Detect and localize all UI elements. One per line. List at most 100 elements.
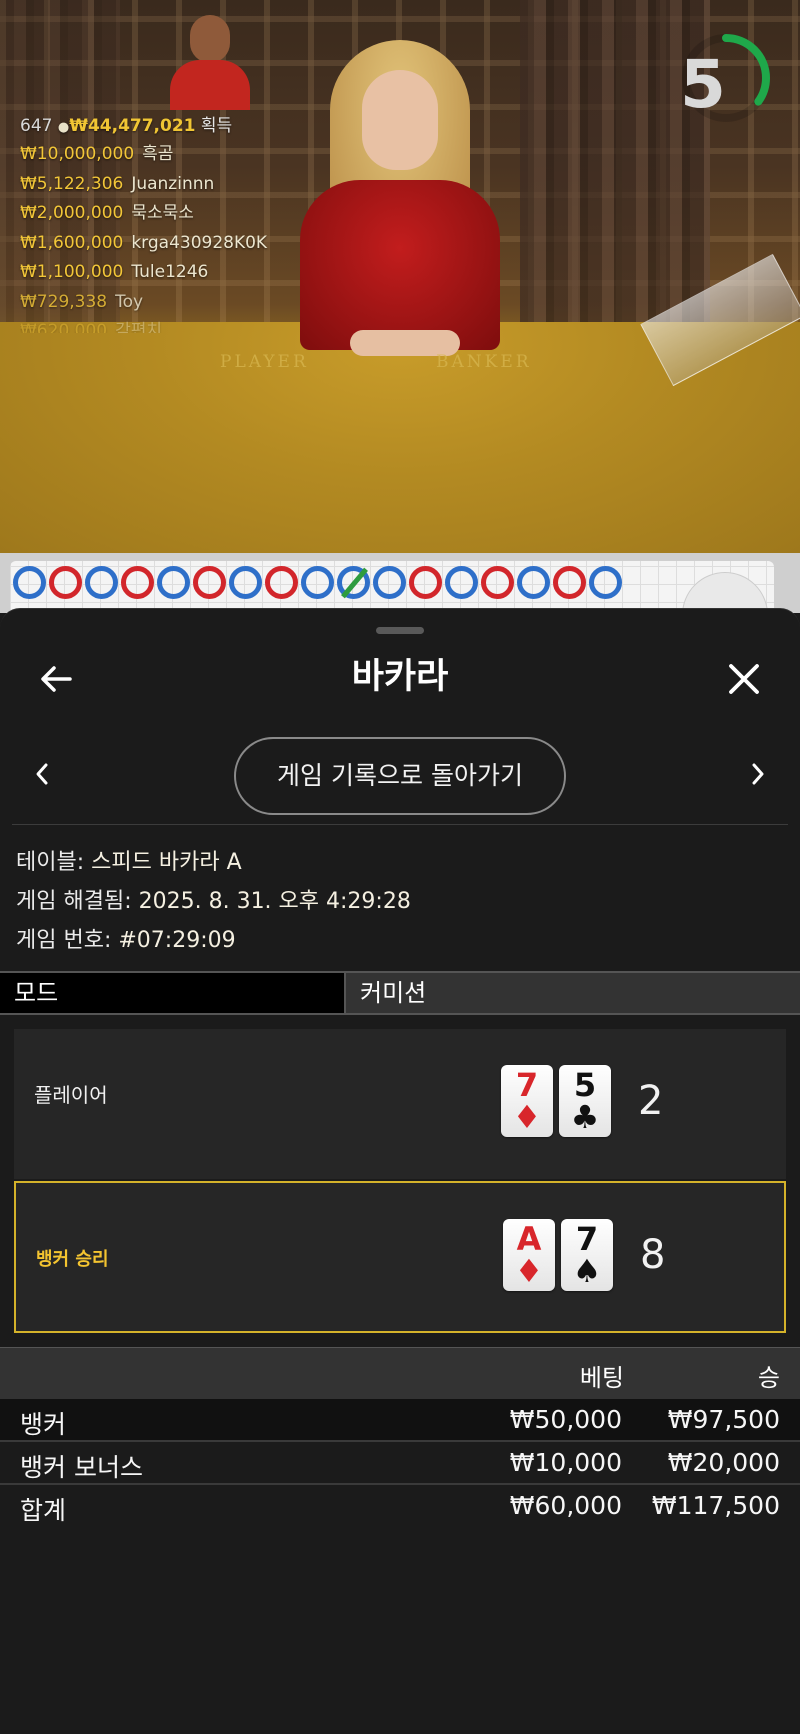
arrow-left-icon[interactable] [36,659,76,699]
banker-result-marker [409,566,442,599]
winner-name: 묵소묵소 [131,203,194,223]
banker-result-marker [193,566,226,599]
player-label: 플레이어 [34,1083,108,1107]
player-result-marker [301,566,334,599]
club-suit-icon: ♣ [570,1098,600,1136]
winner-row: ₩729,338 Toy [20,288,267,318]
table-label-player: PLAYER [220,352,309,372]
player-result-marker [445,566,478,599]
bet-name: 뱅커 [20,1410,67,1439]
banker-win-label: 뱅커 승리 [36,1249,109,1270]
divider [12,824,788,825]
table-info: 테이블: 스피드 바카라 A [16,843,411,882]
winner-name: 흑곰 [142,144,174,164]
winners-list: 647 ●₩44,477,021 획득 ₩10,000,000 흑곰 ₩5,122… [20,112,267,333]
table-row: 합계 ₩60,000 ₩117,500 [0,1485,800,1528]
player-result-marker [589,566,622,599]
player-score: 2 [638,1078,664,1124]
winner-amount: ₩10,000,000 [20,144,135,164]
winner-row: ₩1,600,000 krga430928K0K [20,229,267,259]
winner-row: ₩2,000,000 묵소묵소 [20,199,267,229]
winners-header: 647 ●₩44,477,021 획득 [20,112,267,140]
winnings-suffix: 획득 [200,116,233,136]
chevron-right-icon[interactable] [746,759,770,789]
banker-score: 8 [640,1232,666,1278]
winner-name: Toy [115,291,144,312]
close-icon[interactable] [724,659,764,699]
mode-row: 모드 커미션 [0,971,800,1015]
total-bet: ₩60,000 [509,1491,622,1520]
live-video: PLAYER BANKER 647 ●₩44,477,021 획득 ₩10,00… [0,0,800,553]
table-row: 뱅커 보너스 ₩10,000 ₩20,000 [0,1442,800,1485]
winner-amount: ₩620,000 [20,321,108,333]
total-winnings: ₩44,477,021 [69,116,196,136]
player-result-marker [517,566,550,599]
dealer [270,30,530,360]
bet-amount: ₩10,000 [509,1448,622,1477]
table-info-label: 테이블: [16,850,85,875]
banker-cards: A ♦ 7 ♠ [503,1219,619,1291]
sheet-drag-handle[interactable] [376,627,424,634]
player-result-marker [157,566,190,599]
playing-card: 5 ♣ [559,1065,611,1137]
winner-count: 647 [20,116,53,136]
back-to-history-button[interactable]: 게임 기록으로 돌아가기 [234,737,566,815]
diamond-suit-icon: ♦ [512,1098,542,1136]
diamond-suit-icon: ♦ [514,1252,544,1290]
winner-amount: ₩1,600,000 [20,232,124,253]
player-result-marker [373,566,406,599]
winner-row: ₩620,000 각편치 [20,317,267,333]
winner-name: Juanzinnn [131,173,215,194]
banker-result-marker [553,566,586,599]
road-results [13,566,625,599]
bet-name: 뱅커 보너스 [20,1453,143,1482]
bet-column-header: 베팅 [579,1364,624,1392]
mode-label: 모드 [0,973,346,1013]
win-amount: ₩97,500 [667,1405,780,1434]
winner-amount: ₩1,100,000 [20,262,124,282]
player-cards: 7 ♦ 5 ♣ [501,1065,617,1137]
playing-card: 7 ♦ [501,1065,553,1137]
banker-result-marker [265,566,298,599]
resolved-info-label: 게임 해결됨: [16,889,132,914]
resolved-info: 게임 해결됨: 2025. 8. 31. 오후 4:29:28 [16,882,411,921]
bets-header: 베팅 승 [0,1347,800,1399]
game-info: 테이블: 스피드 바카라 A 게임 해결됨: 2025. 8. 31. 오후 4… [16,843,411,960]
person-icon: ● [57,120,70,135]
game-number-value: #07:29:09 [118,928,236,953]
winner-row: ₩5,122,306 Juanzinnn [20,170,267,200]
background-dealer [165,15,255,110]
bets-table: 베팅 승 뱅커 ₩50,000 ₩97,500 뱅커 보너스 ₩10,000 ₩… [0,1347,800,1528]
game-number-info: 게임 번호: #07:29:09 [16,921,411,960]
resolved-info-value: 2025. 8. 31. 오후 4:29:28 [138,889,411,914]
playing-card: 7 ♠ [561,1219,613,1291]
winner-name: 각편치 [115,321,163,333]
banker-result-marker [121,566,154,599]
player-result-marker [13,566,46,599]
bet-amount: ₩50,000 [509,1405,622,1434]
countdown-timer: 5 [680,46,726,123]
chevron-left-icon[interactable] [30,759,54,789]
mode-value: 커미션 [346,973,800,1013]
game-detail-sheet: 바카라 게임 기록으로 돌아가기 테이블: 스피드 바카라 A 게임 해결됨: … [0,608,800,1734]
banker-result: 뱅커 승리 A ♦ 7 ♠ 8 [14,1181,786,1333]
playing-card: A ♦ [503,1219,555,1291]
player-result-marker [85,566,118,599]
bead-road[interactable] [0,553,800,621]
total-label: 합계 [20,1496,67,1525]
winner-amount: ₩5,122,306 [20,173,124,194]
player-result: 플레이어 7 ♦ 5 ♣ 2 [14,1029,786,1181]
tie-result-marker [337,566,370,599]
banker-result-marker [49,566,82,599]
win-column-header: 승 [757,1364,780,1392]
table-row: 뱅커 ₩50,000 ₩97,500 [0,1399,800,1442]
winner-name: Tule1246 [131,262,209,282]
game-number-label: 게임 번호: [16,928,112,953]
winner-amount: ₩2,000,000 [20,203,124,223]
player-result-marker [229,566,262,599]
sheet-title: 바카라 [351,657,449,697]
win-amount: ₩20,000 [667,1448,780,1477]
spade-suit-icon: ♠ [572,1252,602,1290]
table-label-banker: BANKER [436,352,532,372]
winner-name: krga430928K0K [131,232,268,253]
